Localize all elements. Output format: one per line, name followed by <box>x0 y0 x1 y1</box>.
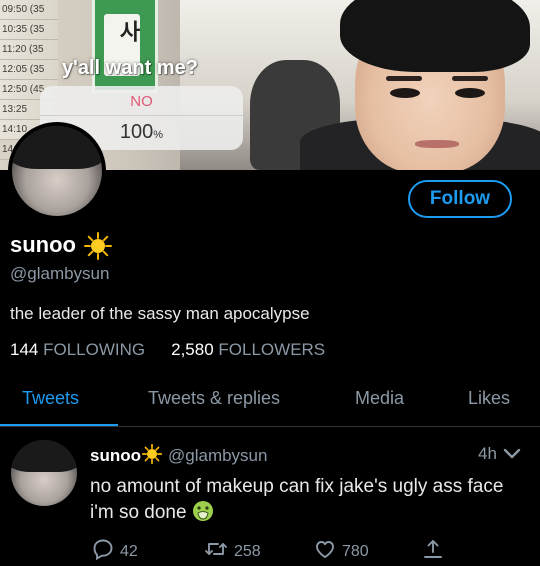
banner-brow-right <box>452 76 488 81</box>
poll-divider <box>40 115 243 116</box>
like-action[interactable]: 780 <box>314 538 369 561</box>
nauseated-emoji-icon <box>192 501 213 521</box>
banner-person-hair <box>340 0 530 72</box>
following-label: FOLLOWING <box>43 340 146 359</box>
retweet-action[interactable]: 258 <box>204 538 261 561</box>
tweet-header: sunoo @glambysun <box>90 444 267 466</box>
avatar-image <box>12 126 102 216</box>
active-tab-indicator <box>0 424 118 426</box>
profile-display-name: sunoo <box>10 232 113 261</box>
poll-percent-value: 100 <box>119 121 154 143</box>
banner-brow-left <box>386 76 422 81</box>
poll-option: NO <box>130 93 153 110</box>
follow-button[interactable]: Follow <box>408 180 512 218</box>
tweet-actions: 42 258 780 <box>90 538 530 564</box>
timetable-row: 10:35 (35 <box>0 20 58 40</box>
retweet-icon <box>205 543 227 555</box>
tab-tweets[interactable]: Tweets <box>22 388 79 409</box>
tab-media[interactable]: Media <box>355 388 404 409</box>
tweet-text: no amount of makeup can fix jake's ugly … <box>90 474 520 526</box>
profile-tabs: Tweets Tweets & replies Media Likes <box>0 380 540 427</box>
profile-avatar[interactable] <box>8 122 106 220</box>
share-action[interactable] <box>422 538 450 561</box>
tweet-timestamp[interactable]: 4h <box>478 444 497 464</box>
tab-tweets-replies[interactable]: Tweets & replies <box>148 388 280 409</box>
tab-likes[interactable]: Likes <box>468 388 510 409</box>
tweet-author-name[interactable]: sunoo <box>90 446 141 465</box>
banner-mouth <box>415 140 459 148</box>
reply-icon <box>93 539 113 561</box>
followers-count: 2,580 <box>171 340 214 359</box>
banner-eye-right <box>455 88 485 98</box>
retweet-count: 258 <box>234 543 261 560</box>
display-name-text: sunoo <box>10 232 76 257</box>
timetable-row: 11:20 (35 <box>0 40 58 60</box>
profile-handle: @glambysun <box>10 264 110 283</box>
reply-action[interactable]: 42 <box>92 538 138 561</box>
sun-emoji-icon <box>84 232 113 261</box>
poll-percent-sign: % <box>153 129 164 141</box>
followers-label: FOLLOWERS <box>218 340 326 359</box>
tweet-avatar-image <box>11 440 77 506</box>
profile-stats: 144 FOLLOWING 2,580 FOLLOWERS <box>10 340 325 360</box>
sun-emoji-icon <box>142 444 162 464</box>
tweet-avatar[interactable] <box>11 440 77 506</box>
timetable-row: 09:50 (35 <box>0 0 58 20</box>
reply-count: 42 <box>120 543 138 560</box>
banner-eye-left <box>390 88 420 98</box>
banner-sign-text: 사 <box>115 20 140 42</box>
like-count: 780 <box>342 543 369 560</box>
profile-bio: the leader of the sassy man apocalypse <box>10 304 310 323</box>
timetable-row: 12:05 (35 <box>0 60 58 80</box>
chevron-down-icon[interactable] <box>502 446 522 462</box>
story-question-text: y'all want me? <box>62 57 198 79</box>
like-icon <box>316 541 334 558</box>
followers-link[interactable]: 2,580 FOLLOWERS <box>171 340 325 359</box>
following-count: 144 <box>10 340 39 359</box>
avatar-hair <box>12 126 102 170</box>
share-icon <box>424 540 442 558</box>
following-link[interactable]: 144 FOLLOWING <box>10 340 145 359</box>
tweet-avatar-hair <box>11 440 77 472</box>
tweet-text-content: no amount of makeup can fix jake's ugly … <box>90 476 504 523</box>
tweet-author-handle[interactable]: @glambysun <box>168 446 267 465</box>
